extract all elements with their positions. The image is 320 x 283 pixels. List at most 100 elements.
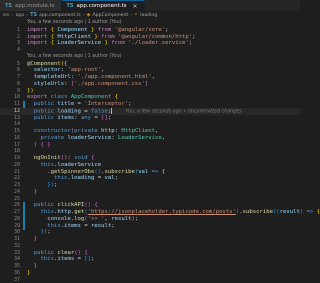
code-line: 4	[0, 47, 300, 54]
code-line: 6 selector: 'app-root',	[0, 67, 300, 74]
code-lens-blame[interactable]: You, a few seconds ago | 1 author (You)	[27, 54, 122, 61]
keyword: this	[40, 209, 53, 215]
function-name: ngOnInit	[34, 155, 61, 161]
breadcrumb: src › app › TS app.component.ts › ◈ AppC…	[0, 11, 303, 19]
breadcrumb-item-class[interactable]: AppComponent	[93, 13, 129, 18]
bracket: ]	[145, 81, 148, 87]
bracket: ()	[84, 202, 91, 208]
punctuation: ;	[128, 101, 131, 107]
line-number: 26	[0, 202, 20, 209]
identifier: title	[57, 101, 74, 107]
class-name: AppComponent	[71, 94, 111, 100]
code-line: 2import { HttpClient } from '@angular/co…	[0, 34, 300, 41]
keyword: this	[54, 175, 67, 181]
code-editor[interactable]: You, a few seconds ago | 1 author (You) …	[0, 20, 300, 283]
code-line-current: 12 public loading = false; You, a few se…	[0, 108, 300, 115]
punctuation: :	[61, 67, 64, 73]
tab-app-module[interactable]: TS app.module.ts	[0, 0, 62, 11]
punctuation: :	[71, 74, 74, 80]
operator: ) =>	[300, 209, 317, 215]
keyword: export	[27, 94, 47, 100]
string: 'Interceptor'	[84, 101, 128, 107]
keyword: public	[34, 108, 54, 114]
line-number: 5	[0, 61, 20, 68]
keyword: public	[34, 101, 54, 107]
code-line: 24 }	[0, 189, 300, 196]
code-line: 5@Component({	[0, 61, 300, 68]
operator: =	[91, 115, 101, 121]
punctuation: ,	[152, 74, 155, 80]
line-number: 7	[0, 74, 20, 81]
punctuation: ;	[135, 216, 138, 222]
keyword: from	[98, 27, 111, 33]
breadcrumb-item-property[interactable]: loading	[140, 13, 157, 18]
close-icon[interactable]: ×	[133, 3, 138, 10]
code-lens-line: You, a few seconds ago | 1 author (You)	[0, 20, 300, 27]
line-number: 13	[0, 115, 20, 122]
operator: =	[81, 108, 91, 114]
string: './app.component.css'	[74, 81, 145, 87]
property: styleUrls	[34, 81, 64, 87]
tab-label: app.component.ts	[77, 3, 127, 9]
line-number: 18	[0, 148, 20, 155]
code-line: 17 ) { }	[0, 142, 300, 149]
bracket: }	[105, 40, 108, 46]
code-line: 34 this.items = [];	[0, 256, 300, 263]
string: '>> '	[88, 216, 105, 222]
identifier: http	[57, 209, 70, 215]
string: '@angular/common/http'	[118, 34, 192, 40]
identifier: items	[57, 115, 74, 121]
keyword: import	[27, 34, 47, 40]
code-line: 21 .getSpinnerObs().subscribe(val => {	[0, 169, 300, 176]
property-symbol-icon: ⚬	[134, 12, 138, 18]
bracket: }	[91, 27, 94, 33]
bracket: {	[94, 202, 97, 208]
line-number: 22	[0, 175, 20, 182]
operator: =	[74, 256, 84, 262]
property: templateUrl	[34, 74, 71, 80]
line-number: 24	[0, 189, 20, 196]
punctuation: ;	[192, 34, 195, 40]
breadcrumb-item-src[interactable]: src	[3, 13, 10, 18]
typescript-file-icon: TS	[67, 3, 74, 9]
code-line: 32	[0, 243, 300, 250]
line-number: 36	[0, 270, 20, 277]
breadcrumb-item-file[interactable]: app.component.ts	[39, 13, 81, 18]
code-line: 13 public items: any = [];	[0, 115, 300, 122]
code-line: 18	[0, 148, 300, 155]
bracket: {	[51, 40, 54, 46]
bracket: {	[162, 169, 165, 175]
type: any	[81, 115, 91, 121]
string: '@angular/core'	[115, 27, 166, 33]
code-line: 1import { Component } from '@angular/cor…	[0, 27, 300, 34]
parameter: val	[138, 169, 148, 175]
keyword: this	[40, 162, 53, 168]
function-name: clear	[57, 250, 74, 256]
tab-app-component[interactable]: TS app.component.ts ×	[62, 0, 145, 11]
identifier: result	[91, 223, 111, 229]
line-number: 8	[0, 81, 20, 88]
breadcrumb-item-app[interactable]: app	[16, 13, 25, 18]
typescript-file-icon: TS	[5, 3, 12, 9]
function-name: get	[74, 209, 84, 215]
line-number: 34	[0, 256, 20, 263]
line-number: 32	[0, 243, 20, 250]
line-number: 33	[0, 250, 20, 257]
line-number: 2	[0, 34, 20, 41]
class-symbol-icon: ◈	[87, 12, 91, 18]
code-line: 35 }	[0, 263, 300, 270]
line-number: 12	[0, 108, 20, 115]
line-number: 11	[0, 101, 20, 108]
line-number: 4	[0, 47, 20, 54]
operator: =>	[148, 169, 161, 175]
code-line: 37	[0, 277, 300, 283]
line-number: 23	[0, 182, 20, 189]
type: void	[74, 155, 87, 161]
punctuation: ,	[101, 67, 104, 73]
code-lens-blame[interactable]: You, a few seconds ago | 1 author (You)	[27, 20, 122, 27]
punctuation: :	[64, 81, 67, 87]
bracket: {	[51, 27, 54, 33]
url-string[interactable]: 'https://jsonplaceholder.typicode.com/po…	[88, 209, 236, 215]
line-number: 29	[0, 223, 20, 230]
bracket: {	[84, 250, 87, 256]
